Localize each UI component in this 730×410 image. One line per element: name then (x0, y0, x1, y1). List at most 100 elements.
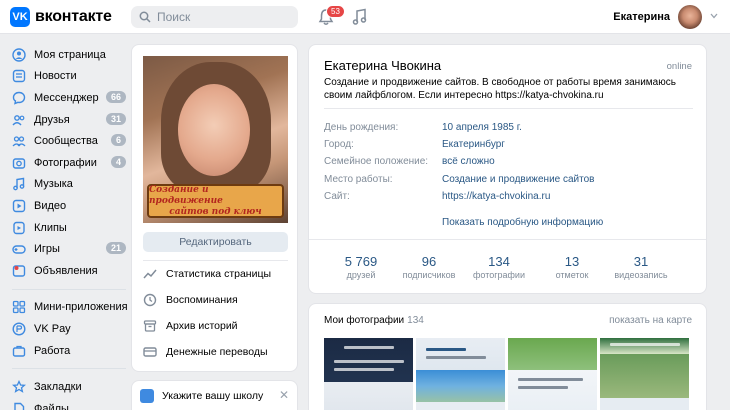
search-icon (139, 11, 151, 23)
profile-name: Екатерина Чвокина (324, 58, 442, 73)
archive-icon (143, 319, 157, 333)
sidebar-item[interactable]: Видео (8, 195, 130, 217)
show-on-map-link[interactable]: показать на карте (609, 315, 692, 326)
sidebar-item[interactable]: Мини-приложения (8, 297, 130, 319)
sidebar-item-label: Мессенджер (34, 91, 99, 104)
sidebar-item[interactable]: Друзья 31 (8, 109, 130, 131)
info-row-key: Город: (324, 139, 354, 150)
profile-action-label: Денежные переводы (166, 346, 268, 358)
sidebar-count-badge: 4 (110, 155, 126, 168)
sidebar-count-badge: 31 (105, 112, 126, 125)
edit-profile-button[interactable]: Редактировать (143, 232, 288, 252)
profile-counter[interactable]: 134 фотографии (469, 254, 529, 280)
music-player-icon[interactable] (352, 8, 368, 26)
sidebar-item[interactable]: Клипы (8, 217, 130, 239)
sidebar-item[interactable]: Сообщества 6 (8, 130, 130, 152)
search-input[interactable] (157, 10, 287, 24)
school-prompt-text: Укажите вашу школу (162, 390, 264, 402)
info-divider (324, 108, 693, 109)
top-header: VK вконтакте 53 Екатерина (0, 0, 730, 34)
communities-icon (12, 134, 26, 148)
left-sidebar: Моя страница Новости Мессенджер 66 Друзья 31 С… (8, 44, 130, 410)
sidebar-item-label: Закладки (34, 381, 82, 394)
profile-counter[interactable]: 96 подписчиков (399, 254, 459, 280)
photo-thumbnail[interactable] (508, 338, 597, 410)
counter-value: 96 (421, 254, 437, 269)
profile-action[interactable]: Статистика страницы (143, 264, 271, 284)
photo-thumbnail[interactable] (324, 338, 413, 410)
photo-banner: Создание и продвижение сайтов под ключ (147, 184, 284, 218)
photo-thumbnail[interactable] (416, 338, 505, 410)
close-icon[interactable]: ✕ (279, 388, 289, 402)
online-status: online (666, 61, 692, 72)
card-divider (143, 260, 288, 261)
sidebar-item[interactable]: Мессенджер 66 (8, 87, 130, 109)
sidebar-count-badge: 66 (105, 91, 126, 104)
photo-icon (12, 156, 26, 170)
money-icon (143, 345, 157, 359)
info-row-value[interactable]: всё сложно (442, 156, 495, 167)
info-row-value[interactable]: Екатеринбург (442, 139, 505, 150)
profile-action[interactable]: Архив историй (143, 316, 238, 336)
sidebar-item-label: Объявления (34, 264, 98, 277)
chevron-down-icon[interactable] (710, 13, 718, 19)
vk-logo-text: вконтакте (35, 8, 112, 25)
notifications-badge: 53 (326, 5, 345, 18)
memories-icon (143, 293, 157, 307)
profile-action[interactable]: Денежные переводы (143, 342, 268, 362)
info-row-value[interactable]: 10 апреля 1985 г. (442, 122, 522, 133)
sidebar-count-badge: 21 (105, 242, 126, 255)
info-row-key: Семейное положение: (324, 156, 429, 167)
sidebar-item[interactable]: VK Pay (8, 318, 130, 340)
sidebar-item[interactable]: Файлы (8, 398, 130, 410)
sidebar-item[interactable]: Закладки (8, 376, 130, 398)
photo-thumbnail[interactable] (600, 338, 689, 410)
sidebar-divider (12, 368, 126, 370)
counter-value: 13 (564, 254, 580, 269)
info-row-value[interactable]: https://katya-chvokina.ru (442, 191, 550, 202)
info-row-value[interactable]: Создание и продвижение сайтов (442, 174, 595, 185)
profile-action-label: Воспоминания (166, 294, 238, 306)
user-menu[interactable]: Екатерина (613, 5, 702, 29)
sidebar-item[interactable]: Новости (8, 66, 130, 88)
stats-icon (143, 267, 157, 281)
work-icon (12, 344, 26, 358)
counter-value: 31 (633, 254, 649, 269)
bookmark-icon (12, 380, 26, 394)
photos-title[interactable]: Мои фотографии 134 (324, 315, 424, 326)
profile-photo-card: Создание и продвижение сайтов под ключ Р… (131, 44, 298, 372)
sidebar-item[interactable]: Фотографии 4 (8, 152, 130, 174)
counter-label: друзей (346, 270, 376, 280)
sidebar-item-label: Новости (34, 70, 77, 83)
photo-face (178, 84, 250, 176)
sidebar-item[interactable]: Игры 21 (8, 238, 130, 260)
sidebar-item-label: Игры (34, 243, 60, 256)
info-row-key: День рождения: (324, 122, 399, 133)
profile-counter[interactable]: 31 видеозапись (611, 254, 671, 280)
sidebar-item[interactable]: Объявления (8, 260, 130, 282)
profile-counter[interactable]: 5 769 друзей (331, 254, 391, 280)
profile-photo[interactable]: Создание и продвижение сайтов под ключ (143, 56, 288, 223)
search-box[interactable] (131, 6, 298, 28)
counter-value: 134 (488, 254, 510, 269)
sidebar-item-label: Музыка (34, 178, 73, 191)
school-prompt-card[interactable]: Укажите вашу школу ✕ (131, 380, 298, 410)
sidebar-count-badge: 6 (110, 134, 126, 147)
banner-line-2: сайтов под ключ (169, 206, 262, 217)
clips-icon (12, 221, 26, 235)
show-details-link[interactable]: Показать подробную информацию (442, 217, 603, 228)
sidebar-item-label: Файлы (34, 402, 69, 410)
school-icon (140, 389, 154, 403)
vk-logo-icon: VK (10, 7, 30, 27)
profile-action[interactable]: Воспоминания (143, 290, 238, 310)
photos-count: 134 (407, 315, 424, 326)
sidebar-item[interactable]: Моя страница (8, 44, 130, 66)
counter-value: 5 769 (344, 254, 378, 269)
vk-logo[interactable]: VK вконтакте (10, 7, 112, 27)
info-row-key: Сайт: (324, 191, 350, 202)
profile-counter[interactable]: 13 отметок (542, 254, 602, 280)
sidebar-item[interactable]: Музыка (8, 174, 130, 196)
counter-label: фотографии (473, 270, 525, 280)
video-icon (12, 199, 26, 213)
sidebar-item[interactable]: Работа (8, 340, 130, 362)
